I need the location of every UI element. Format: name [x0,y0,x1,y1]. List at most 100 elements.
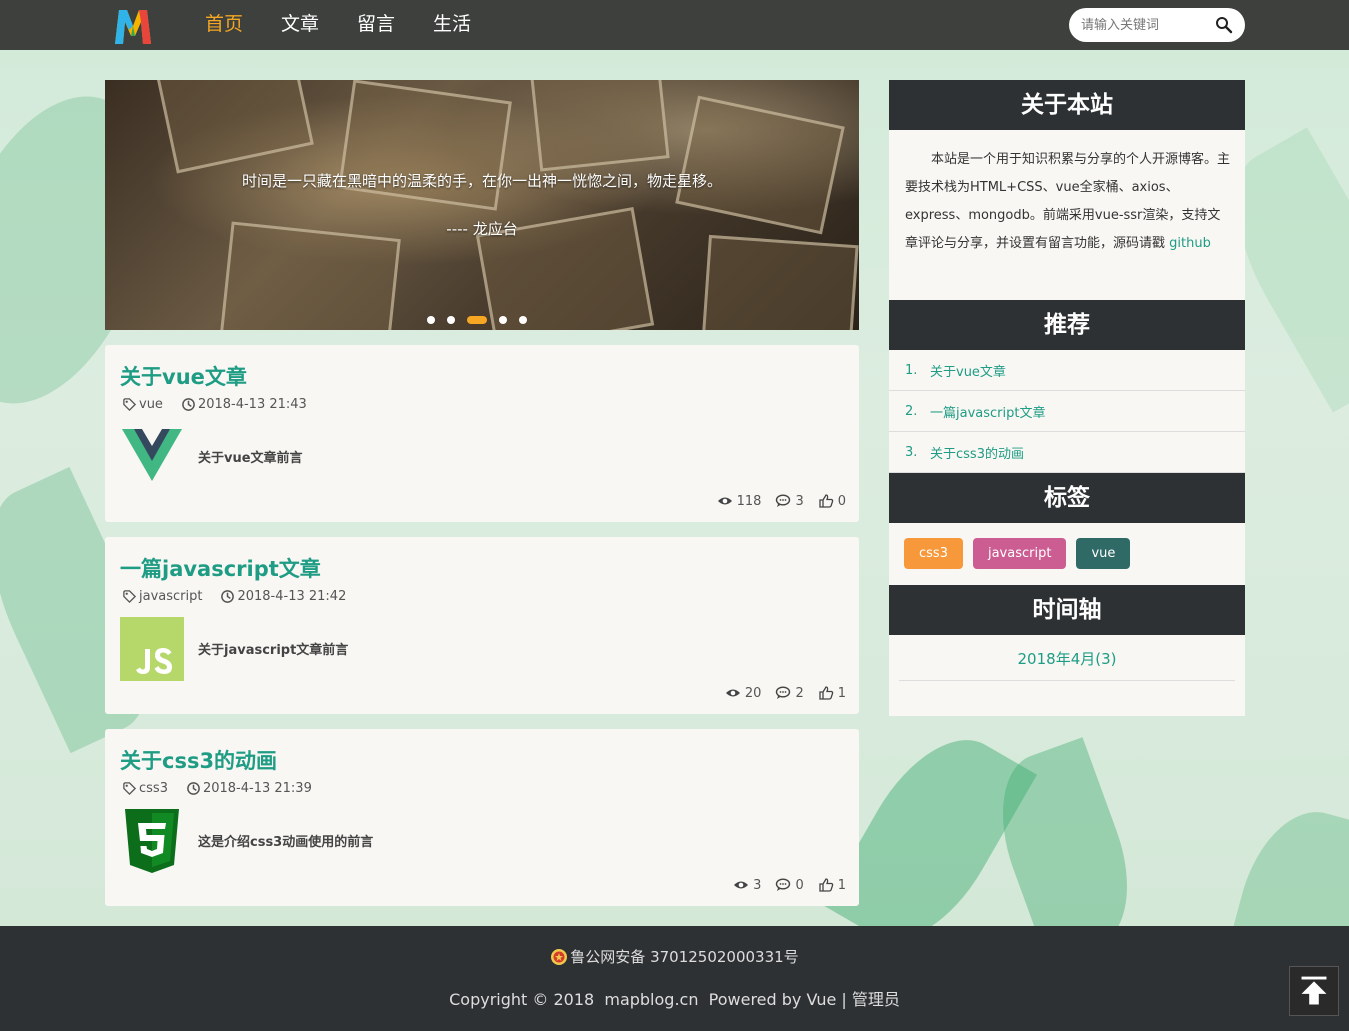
tag-icon [123,782,137,796]
comments-stat: 0 [775,877,804,893]
views-count: 118 [736,493,762,509]
article-date: 2018-4-13 21:43 [197,397,307,412]
carousel-dot[interactable] [499,316,507,324]
article-card: 一篇javascript文章 javascript 2018-4-13 21:4… [105,537,859,714]
beian-text: 鲁公网安备 37012502000331号 [570,948,799,966]
article-date: 2018-4-13 21:39 [202,781,312,796]
article-title[interactable]: 关于vue文章 [120,361,247,391]
github-link[interactable]: github [1169,236,1211,251]
comment-icon [776,494,791,507]
tag-vue[interactable]: vue [1076,538,1131,569]
article-card: 关于css3的动画 css3 2018-4-13 21:39 这是介绍css3动… [105,729,859,906]
article-stats: 20 2 1 [711,685,846,701]
comments-count: 0 [795,877,804,893]
article-tag[interactable]: javascript [139,589,202,604]
js-logo-icon[interactable] [120,617,184,681]
comments-count: 2 [795,685,804,701]
carousel-dot-active[interactable] [467,316,487,324]
leaf-decoration [1216,797,1349,926]
beian-record[interactable]: 鲁公网安备 37012502000331号 [0,946,1349,967]
sidebar: 关于本站 本站是一个用于知识积累与分享的个人开源博客。主要技术栈为HTML+CS… [889,80,1245,716]
nav-messages[interactable]: 留言 [357,0,395,50]
nav-home[interactable]: 首页 [205,0,243,50]
comments-stat: 3 [775,493,804,509]
article-meta: javascript 2018-4-13 21:42 [122,589,346,604]
nav-articles[interactable]: 文章 [281,0,319,50]
article-excerpt: 关于javascript文章前言 [198,643,349,658]
carousel-photo [530,80,670,172]
article-title[interactable]: 关于css3的动画 [120,745,277,775]
article-card: 关于vue文章 vue 2018-4-13 21:43 关于vue文章前言 11… [105,345,859,522]
copyright: Copyright © 2018 mapblog.cn Powered by V… [0,986,1349,1010]
carousel-photo [338,80,512,211]
recommend-heading: 推荐 [889,300,1245,350]
hero-carousel[interactable]: 时间是一只藏在黑暗中的温柔的手，在你一出神一恍惚之间，物走星移。 ---- 龙应… [105,80,859,330]
comment-icon [776,686,791,699]
main-nav: 首页 文章 留言 生活 [205,0,509,50]
views-stat: 118 [717,493,762,509]
about-text: 本站是一个用于知识积累与分享的个人开源博客。主要技术栈为HTML+CSS、vue… [905,146,1231,258]
likes-count: 0 [837,493,846,509]
article-tag[interactable]: css3 [139,781,168,796]
carousel-photo [675,95,845,235]
vue-logo-icon[interactable] [120,425,184,489]
carousel-dot[interactable] [519,316,527,324]
carousel-photo [156,80,314,174]
recommend-list: 1. 关于vue文章 2. 一篇javascript文章 3. 关于css3的动… [889,350,1245,473]
eye-icon [717,497,732,505]
likes-stat[interactable]: 1 [818,877,846,893]
footer-separator: | [836,990,852,1009]
carousel-indicators [427,316,539,324]
carousel-photo [701,234,859,330]
carousel-dot[interactable] [427,316,435,324]
carousel-dot[interactable] [447,316,455,324]
search-icon[interactable] [1215,16,1233,34]
back-to-top-button[interactable] [1289,966,1339,1016]
likes-count: 1 [837,685,846,701]
views-count: 20 [744,685,762,701]
eye-icon [734,881,749,889]
comments-stat: 2 [775,685,804,701]
tag-icon [123,398,137,412]
footer: 鲁公网安备 37012502000331号 Copyright © 2018 m… [0,926,1349,1031]
recommend-item[interactable]: 1. 关于vue文章 [889,350,1245,391]
tag-icon [123,590,137,604]
tag-javascript[interactable]: javascript [972,538,1067,569]
views-stat: 20 [725,685,762,701]
tag-list: css3 javascript vue [904,538,1140,569]
likes-stat[interactable]: 0 [818,493,846,509]
article-date: 2018-4-13 21:42 [237,589,347,604]
article-title[interactable]: 一篇javascript文章 [120,553,321,583]
tag-css3[interactable]: css3 [904,538,963,569]
thumbs-up-icon[interactable] [818,877,834,893]
recommend-index: 2. [905,403,918,419]
about-heading: 关于本站 [889,80,1245,130]
recommend-label: 一篇javascript文章 [930,405,1046,421]
recommend-index: 1. [905,362,918,378]
views-stat: 3 [733,877,761,893]
m-logo-icon[interactable] [111,4,155,48]
eye-icon [725,689,740,697]
recommend-item[interactable]: 3. 关于css3的动画 [889,432,1245,473]
thumbs-up-icon[interactable] [818,685,834,701]
powered-by-vue-link[interactable]: Vue [806,990,836,1009]
article-tag[interactable]: vue [139,397,163,412]
thumbs-up-icon[interactable] [818,493,834,509]
top-navbar: 首页 文章 留言 生活 [0,0,1349,50]
comment-icon [776,878,791,891]
admin-link[interactable]: 管理员 [852,990,900,1009]
likes-stat[interactable]: 1 [818,685,846,701]
nav-life[interactable]: 生活 [433,0,471,50]
copyright-text: Copyright © 2018 mapblog.cn Powered by [449,990,807,1009]
tags-heading: 标签 [889,473,1245,523]
clock-icon [187,782,200,795]
police-badge-icon [551,948,568,965]
search-input[interactable] [1081,15,1211,35]
article-excerpt: 这是介绍css3动画使用的前言 [198,835,374,850]
recommend-label: 关于vue文章 [930,364,1006,380]
recommend-item[interactable]: 2. 一篇javascript文章 [889,391,1245,432]
timeline-heading: 时间轴 [889,585,1245,635]
article-stats: 3 0 1 [719,877,846,893]
timeline-item[interactable]: 2018年4月(3) [899,640,1235,681]
css3-logo-icon[interactable] [120,809,184,873]
